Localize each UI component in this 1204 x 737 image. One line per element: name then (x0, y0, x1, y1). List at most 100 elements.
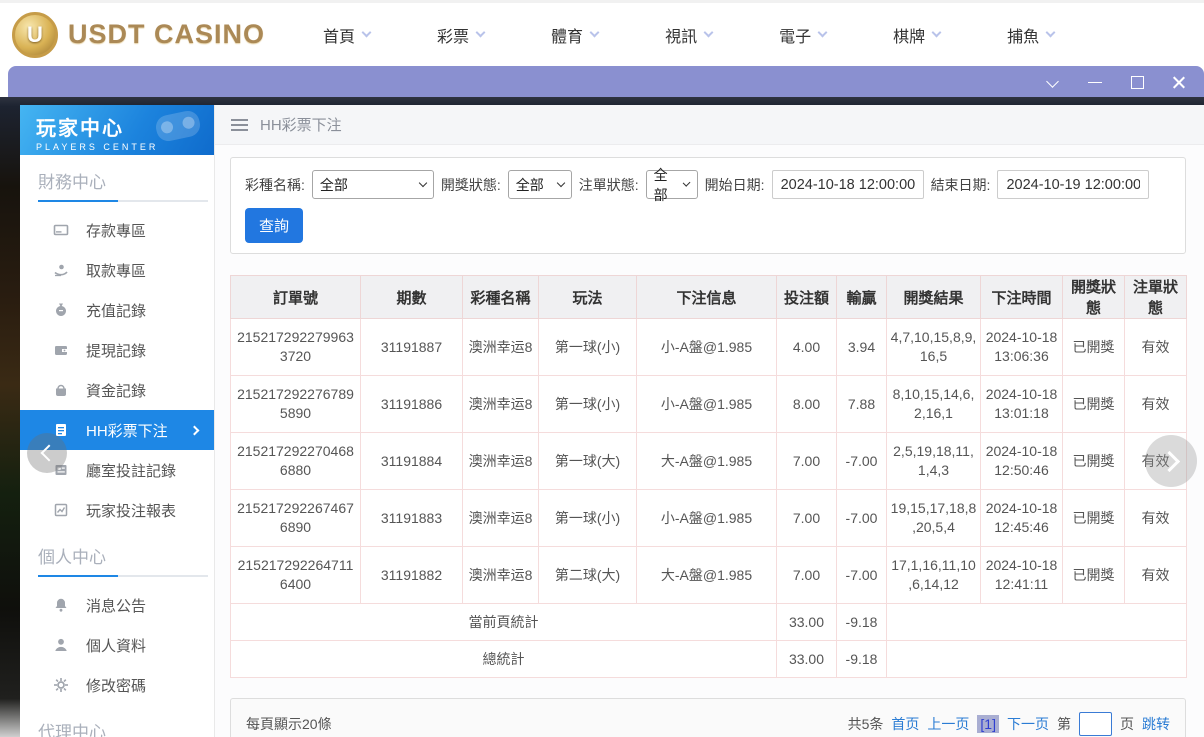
column-header: 開獎結果 (886, 275, 981, 319)
nav-label: 棋牌 (893, 28, 926, 46)
search-button[interactable]: 查詢 (245, 208, 304, 243)
table-cell: 2024-10-18 13:01:18 (980, 375, 1063, 433)
jump-button[interactable]: 跳转 (1142, 714, 1170, 734)
chevron-down-icon (682, 178, 692, 188)
app-window: 玩家中心 PLAYERS CENTER 財務中心 存款專區 取款專區 充值記錄 … (20, 105, 1204, 737)
sidebar-item-profile[interactable]: 個人資料 (20, 625, 214, 665)
chevron-down-icon (931, 27, 942, 38)
player-bet-report-icon (54, 503, 68, 517)
nav-item-chess[interactable]: 棋牌 (893, 23, 942, 47)
table-cell: 2,5,19,18,11,1,4,3 (886, 432, 981, 490)
table-cell: 33.00 (776, 640, 837, 678)
sidebar-item-withdraw[interactable]: 取款專區 (20, 250, 214, 290)
chevron-down-icon[interactable] (1046, 75, 1060, 89)
current-page-badge: [1] (977, 715, 999, 733)
sidebar-item-label: 修改密碼 (86, 677, 147, 695)
sidebar-item-change-password[interactable]: 修改密碼 (20, 665, 214, 705)
table-cell: 已開獎 (1062, 432, 1125, 490)
table-cell: -7.00 (836, 432, 887, 490)
sidebar-item-label: 取款專區 (86, 262, 147, 280)
chevron-down-icon (703, 27, 714, 38)
maximize-icon[interactable] (1130, 75, 1144, 89)
table-cell: 第二球(大) (538, 546, 637, 604)
table-cell: 31191887 (360, 318, 463, 376)
nav-label: 電子 (779, 28, 812, 46)
lottery-name-select[interactable]: 全部 (311, 170, 434, 199)
sidebar-item-deposit[interactable]: 存款專區 (20, 210, 214, 250)
page-jump-input[interactable] (1079, 712, 1112, 736)
select-value: 全部 (319, 176, 348, 193)
next-page-link[interactable]: 下一页 (1007, 714, 1049, 734)
table-cell: 19,15,17,18,8,20,5,4 (886, 489, 981, 547)
sidebar-item-player-bet-report[interactable]: 玩家投注報表 (20, 490, 214, 530)
table-cell: 7.00 (776, 546, 837, 604)
select-value: 全部 (515, 176, 544, 193)
sidebar-item-label: 資金記錄 (86, 382, 147, 400)
sidebar-collapse-button[interactable] (27, 433, 67, 473)
table-cell: 7.00 (776, 489, 837, 547)
table-cell: 已開獎 (1062, 375, 1125, 433)
table-cell: 已開獎 (1062, 546, 1125, 604)
section-title-personal: 個人中心 (38, 548, 106, 567)
table-cell: -7.00 (836, 489, 887, 547)
nav-item-lottery[interactable]: 彩票 (437, 23, 486, 47)
notice-icon (55, 598, 67, 612)
sidebar-subtitle: PLAYERS CENTER (36, 142, 159, 152)
pager: 共5条 首页 上一页 [1] 下一页 第 页 跳转 (848, 712, 1170, 736)
screen: U USDT CASINO 首頁 彩票 體育 視訊 電子 棋牌 捕魚 玩家中心 … (0, 0, 1204, 737)
nav-item-home[interactable]: 首頁 (323, 23, 372, 47)
nav-item-video[interactable]: 視訊 (665, 23, 714, 47)
order-status-label: 注單狀態: (578, 176, 639, 193)
table-cell: 2024-10-18 13:06:36 (980, 318, 1063, 376)
column-header: 下注信息 (636, 275, 777, 319)
column-header: 注單狀態 (1124, 275, 1187, 319)
select-value: 全部 (653, 166, 668, 203)
minimize-icon[interactable] (1088, 75, 1102, 89)
table-cell: 4,7,10,15,8,9,16,5 (886, 318, 981, 376)
section-underline (38, 200, 208, 202)
table-cell: 33.00 (776, 603, 837, 641)
section-title-finance: 財務中心 (38, 173, 106, 192)
page-size-text: 每頁顯示20條 (246, 716, 332, 732)
table-cell: 有效 (1124, 546, 1187, 604)
logo-coin-letter: U (27, 21, 43, 47)
table-cell: 小-A盤@1.985 (636, 489, 777, 547)
window-titlebar (8, 66, 1204, 97)
table-cell (886, 603, 1187, 641)
start-date-label: 開始日期: (704, 176, 765, 193)
draw-status-label: 開獎狀態: (440, 176, 501, 193)
table-cell: 2152172922767895890 (230, 375, 361, 433)
table-body: 2152172922799633720 31191887 澳洲幸运8 第一球(小) 小-… (230, 318, 1187, 678)
hamburger-menu-icon[interactable] (231, 118, 248, 131)
sidebar-item-recharge-record[interactable]: 充值記錄 (20, 290, 214, 330)
column-header: 彩種名稱 (462, 275, 539, 319)
sidebar-item-label: HH彩票下注 (86, 422, 168, 440)
funds-record-icon (56, 384, 66, 396)
table-cell: 總統計 (230, 640, 777, 678)
table-scroll-right-button[interactable] (1145, 435, 1197, 487)
order-status-select[interactable]: 全部 (645, 167, 698, 203)
site-logo[interactable]: U USDT CASINO (12, 11, 265, 58)
start-date-input[interactable] (771, 170, 924, 199)
close-icon[interactable] (1172, 75, 1186, 89)
sidebar-item-funds-record[interactable]: 資金記錄 (20, 370, 214, 410)
column-header: 玩法 (538, 275, 637, 319)
table-cell: 有效 (1124, 375, 1187, 433)
table-row: 2152172922704686880 31191884 澳洲幸运8 第一球(大) 大-… (230, 432, 1187, 490)
section-title-agent: 代理中心 (38, 723, 106, 737)
table-cell (886, 640, 1187, 678)
chevron-down-icon (361, 27, 372, 38)
sidebar-item-notice[interactable]: 消息公告 (20, 585, 214, 625)
table-cell: 大-A盤@1.985 (636, 546, 777, 604)
nav-item-fishing[interactable]: 捕魚 (1007, 23, 1056, 47)
jump-label-pre: 第 (1057, 716, 1071, 732)
summary-row: 當前頁統計 33.00 -9.18 (230, 603, 1187, 641)
table-cell: 當前頁統計 (230, 603, 777, 641)
end-date-input[interactable] (997, 170, 1150, 199)
draw-status-select[interactable]: 全部 (507, 170, 572, 199)
nav-item-electronic[interactable]: 電子 (779, 23, 828, 47)
prev-page-link[interactable]: 上一页 (927, 714, 969, 734)
nav-item-sports[interactable]: 體育 (551, 23, 600, 47)
first-page-link[interactable]: 首页 (891, 714, 919, 734)
sidebar-item-withdrawal-record[interactable]: 提現記錄 (20, 330, 214, 370)
